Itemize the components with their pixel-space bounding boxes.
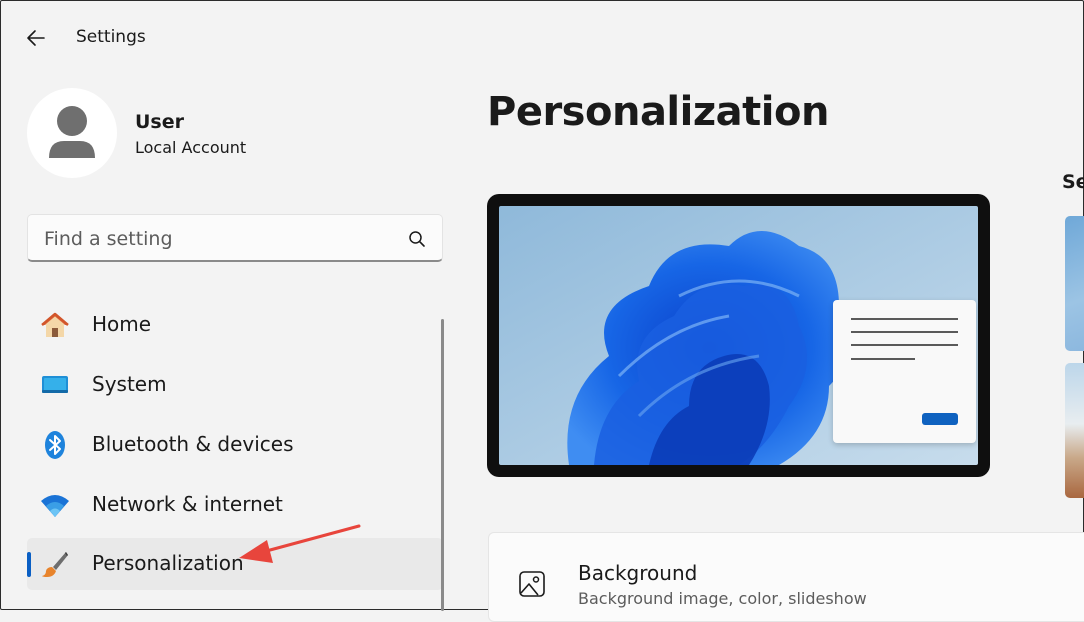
background-setting-card[interactable]: Background Background image, color, slid… <box>488 532 1084 622</box>
search-icon[interactable] <box>408 230 426 248</box>
system-icon <box>42 376 68 393</box>
account-type: Local Account <box>135 138 247 157</box>
search-box[interactable] <box>27 214 443 262</box>
background-title: Background <box>578 561 698 585</box>
nav-label-bluetooth: Bluetooth & devices <box>92 432 294 456</box>
bluetooth-icon <box>45 431 65 459</box>
preview-accent-button <box>922 413 958 425</box>
wifi-icon <box>41 495 69 517</box>
home-icon <box>41 312 69 337</box>
nav-item-network[interactable]: Network & internet <box>27 479 443 531</box>
back-arrow-icon <box>27 30 45 46</box>
settings-window: Settings User Local Account Home <box>0 0 1084 622</box>
user-name: User <box>135 111 184 133</box>
app-title: Settings <box>76 27 146 47</box>
paintbrush-icon <box>42 552 68 577</box>
nav-item-bluetooth[interactable]: Bluetooth & devices <box>27 419 443 471</box>
preview-window <box>833 300 976 443</box>
nav-item-system[interactable]: System <box>27 359 443 411</box>
user-avatar-icon <box>49 106 95 158</box>
back-button[interactable] <box>21 23 51 53</box>
theme-thumbnail[interactable] <box>1065 216 1084 351</box>
image-icon <box>519 571 545 597</box>
nav-item-home[interactable]: Home <box>27 299 443 351</box>
wallpaper-preview <box>499 206 978 465</box>
avatar[interactable] <box>27 88 117 178</box>
nav-scrollbar[interactable] <box>441 319 444 611</box>
background-subtitle: Background image, color, slideshow <box>578 589 867 608</box>
selected-indicator <box>27 552 31 577</box>
nav-label-network: Network & internet <box>92 492 283 516</box>
search-input[interactable] <box>42 215 386 262</box>
themes-heading: Se <box>1062 171 1084 193</box>
theme-preview <box>487 194 990 477</box>
nav-item-personalization[interactable]: Personalization <box>27 538 443 590</box>
page-title: Personalization <box>487 89 829 135</box>
nav-label-system: System <box>92 372 167 396</box>
theme-thumbnail[interactable] <box>1065 363 1084 498</box>
nav-label-personalization: Personalization <box>92 551 244 575</box>
nav-label-home: Home <box>92 312 152 336</box>
